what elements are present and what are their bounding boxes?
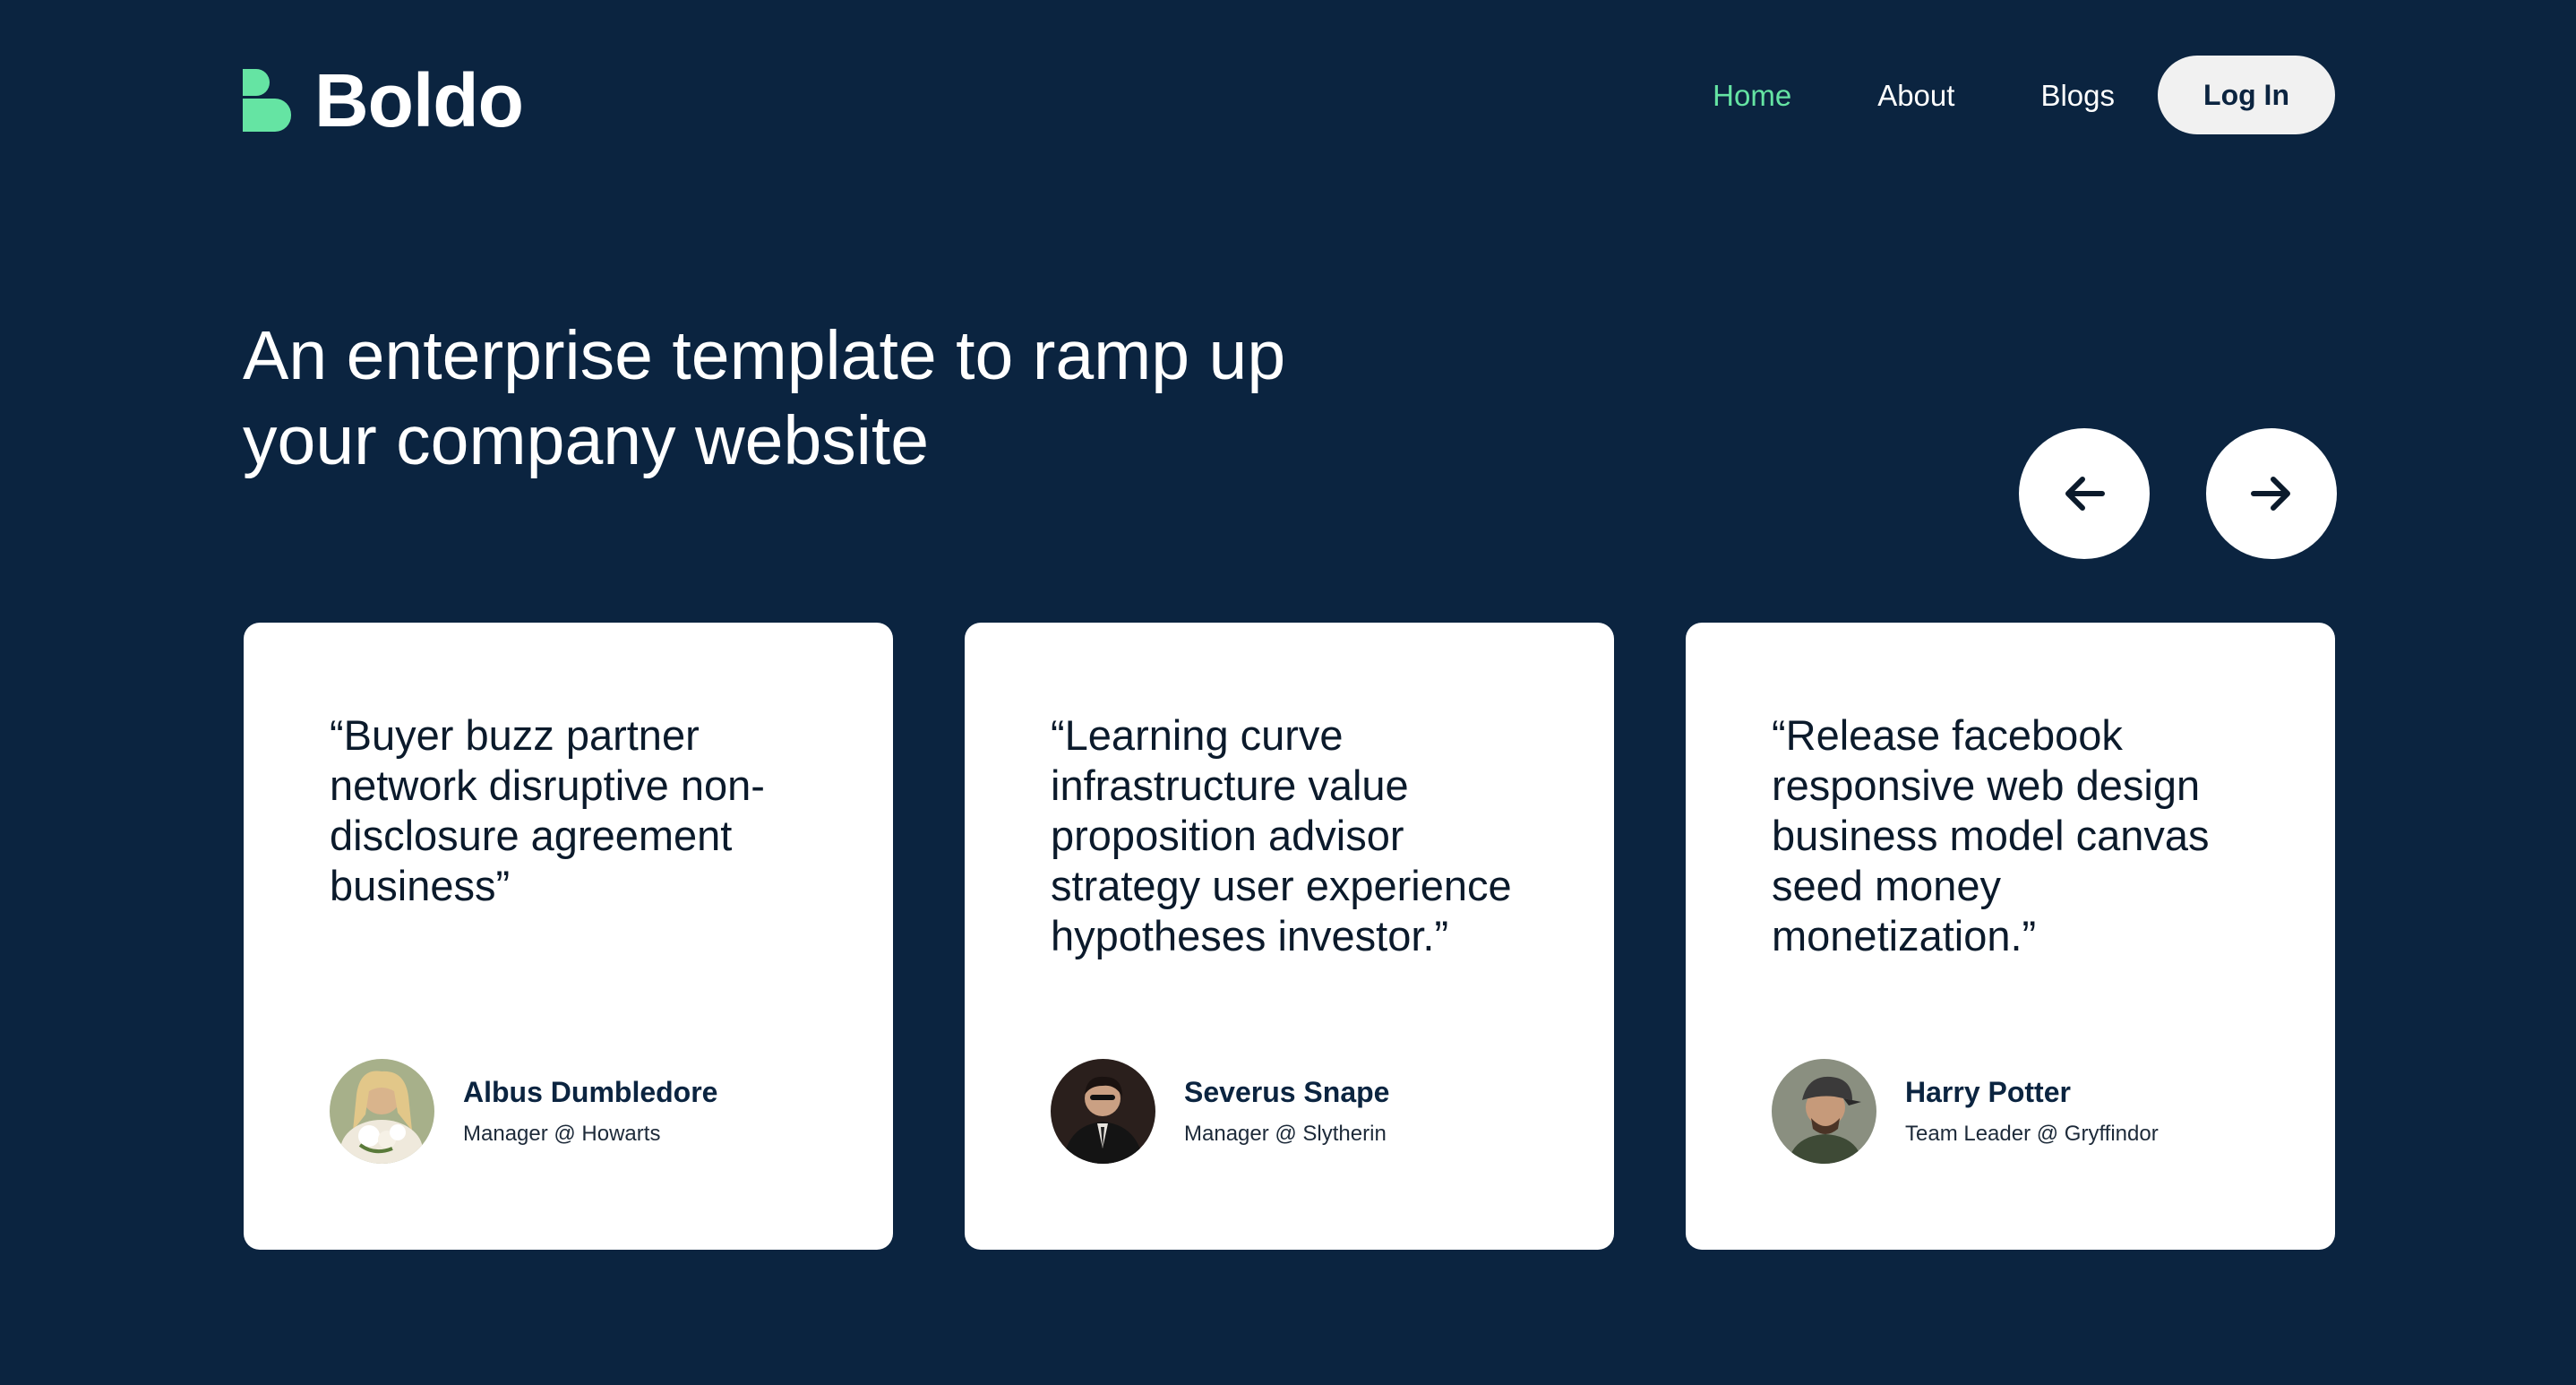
author-role: Manager @ Slytherin [1184, 1122, 1387, 1147]
testimonial-quote: “Buyer buzz partner network disruptive n… [330, 711, 765, 909]
author-name: Albus Dumbledore [463, 1075, 718, 1108]
avatar [1051, 1059, 1155, 1164]
arrow-left-icon [2065, 477, 2105, 511]
testimonial-card: “Learning curve infrastructure value pro… [965, 623, 1614, 1250]
login-button[interactable]: Log In [2158, 56, 2335, 134]
testimonial-quote: “Learning curve infrastructure value pro… [1051, 711, 1512, 959]
carousel-next-button[interactable] [2206, 428, 2337, 559]
hero-title: An enterprise template to ramp up your c… [243, 314, 1407, 484]
carousel-prev-button[interactable] [2019, 428, 2150, 559]
author-name: Severus Snape [1184, 1075, 1390, 1108]
avatar [1772, 1059, 1876, 1164]
logo-icon [243, 69, 291, 132]
main-nav: Home About Blogs Log In [1713, 56, 2335, 134]
testimonial-author: Severus Snape Manager @ Slytherin [1051, 1059, 1389, 1164]
brand-name: Boldo [314, 58, 524, 142]
author-name: Harry Potter [1905, 1075, 2071, 1108]
hero-title-line2: your company website [243, 402, 930, 479]
page: Boldo Home About Blogs Log In An enterpr… [0, 0, 2576, 1385]
brand-logo[interactable]: Boldo [243, 58, 524, 142]
nav-link-home[interactable]: Home [1713, 81, 1791, 110]
author-role: Manager @ Howarts [463, 1122, 661, 1147]
testimonial-card: “Buyer buzz partner network disruptive n… [244, 623, 893, 1250]
nav-link-about[interactable]: About [1877, 81, 1954, 110]
arrow-right-icon [2251, 477, 2290, 511]
testimonial-author: Albus Dumbledore Manager @ Howarts [330, 1059, 717, 1164]
avatar [330, 1059, 434, 1164]
hero-title-line1: An enterprise template to ramp up [243, 317, 1286, 394]
nav-link-blogs[interactable]: Blogs [2040, 81, 2115, 110]
author-role: Team Leader @ Gryffindor [1905, 1122, 2159, 1147]
testimonial-quote: “Release facebook responsive web design … [1772, 711, 2210, 959]
testimonial-author: Harry Potter Team Leader @ Gryffindor [1772, 1059, 2159, 1164]
testimonial-card: “Release facebook responsive web design … [1686, 623, 2335, 1250]
